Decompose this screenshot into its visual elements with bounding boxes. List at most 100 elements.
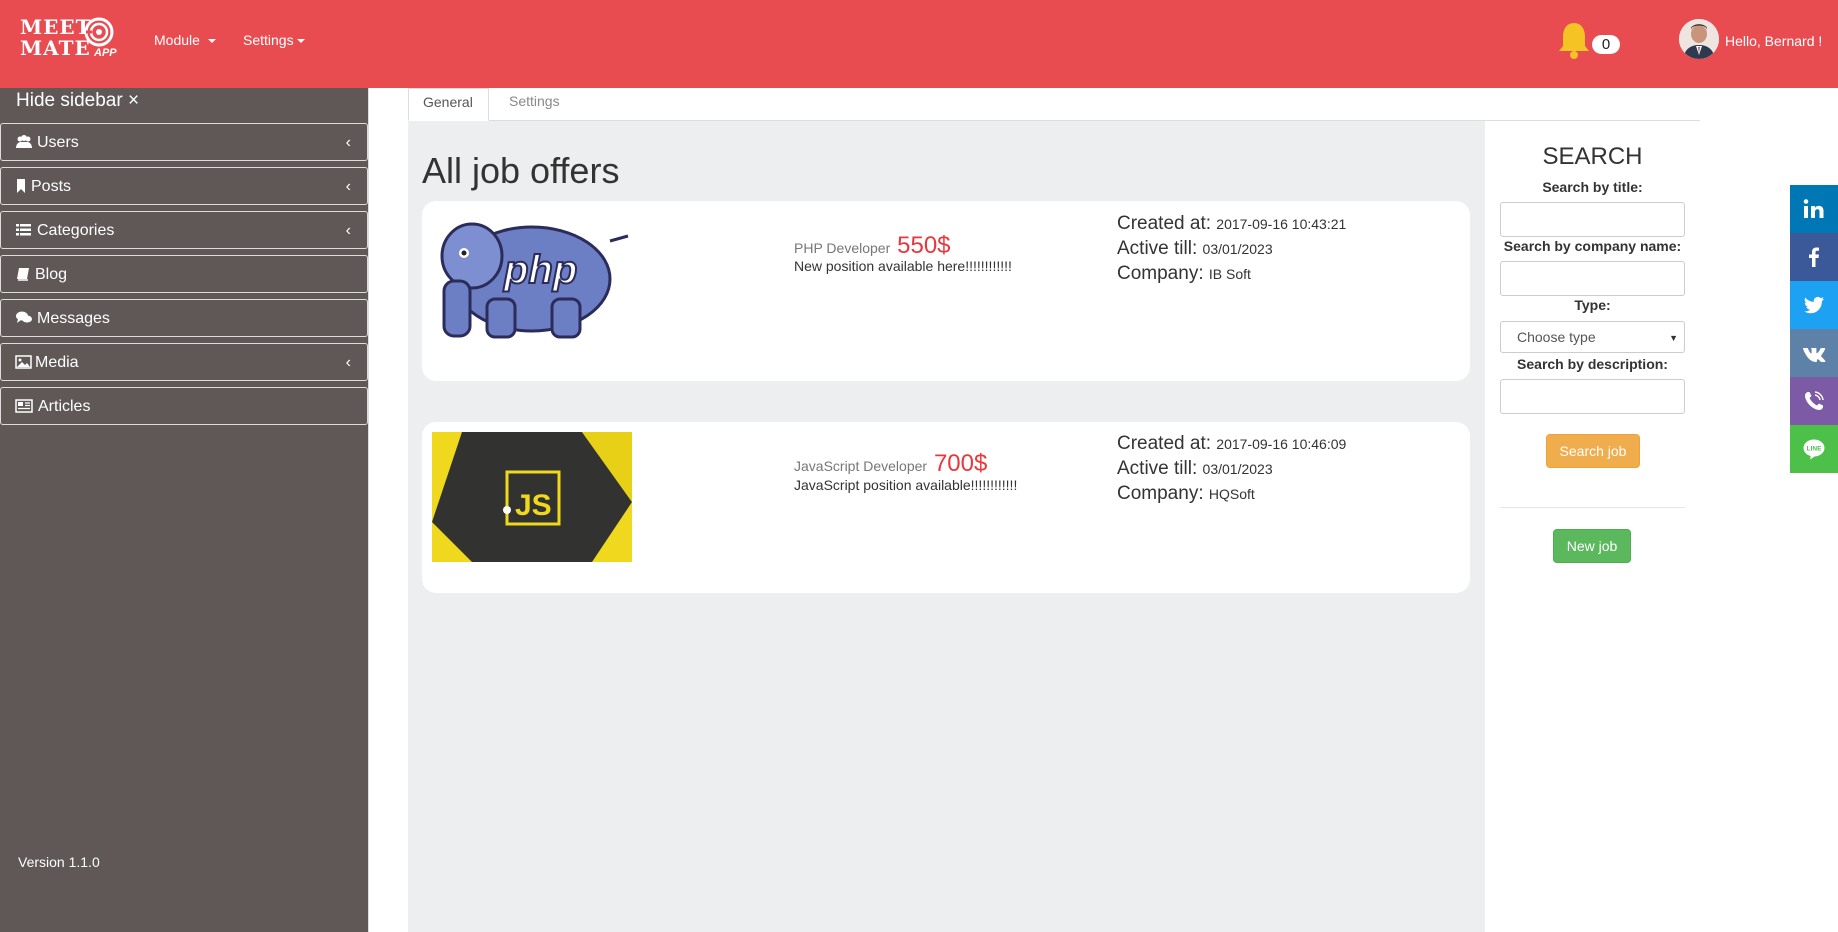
search-title-input[interactable] — [1500, 202, 1685, 237]
job-created-value: 2017-09-16 10:43:21 — [1216, 216, 1347, 232]
job-company-label: Company: — [1117, 263, 1204, 284]
users-icon — [16, 135, 32, 148]
sidebar-item-media[interactable]: Media ‹ — [0, 343, 368, 381]
comments-icon — [16, 311, 32, 323]
job-price: 700$ — [933, 450, 988, 477]
search-title-label: Search by title: — [1542, 179, 1643, 195]
svg-text:LINE: LINE — [1807, 446, 1822, 453]
job-company: Company: HQSoft — [1117, 483, 1255, 505]
sidebar-item-blog[interactable]: Blog — [0, 255, 368, 293]
svg-text:JS: JS — [515, 489, 552, 522]
search-company-label: Search by company name: — [1503, 238, 1682, 254]
job-company-value: IB Soft — [1208, 266, 1251, 282]
search-job-button[interactable]: Search job — [1546, 434, 1640, 468]
sidebar-item-categories[interactable]: Categories ‹ — [0, 211, 368, 249]
viber-share-button[interactable] — [1790, 377, 1838, 425]
notification-count-badge: 0 — [1592, 35, 1620, 54]
job-created: Created at: 2017-09-16 10:46:09 — [1117, 433, 1346, 455]
job-active-label: Active till: — [1117, 238, 1198, 259]
vk-share-button[interactable] — [1790, 329, 1838, 377]
nav-settings-dropdown[interactable]: Settings — [243, 32, 306, 48]
job-title-text: PHP Developer — [794, 240, 891, 256]
sidebar-item-label: Messages — [37, 310, 110, 327]
sidebar-item-label: Categories — [37, 222, 115, 239]
sidebar: Hide sidebar × Users ‹ Posts ‹ Categorie… — [0, 88, 368, 932]
job-price: 550$ — [897, 232, 951, 259]
job-card[interactable]: JS JavaScript Developer 700$ JavaScript … — [422, 422, 1470, 593]
app-logo[interactable]: MEET MATE APP — [20, 17, 130, 65]
facebook-icon — [1809, 247, 1819, 267]
list-icon — [16, 224, 31, 236]
dropdown-arrow-icon: ▼ — [1669, 333, 1678, 343]
image-icon — [15, 355, 32, 369]
search-title: SEARCH — [1542, 143, 1643, 170]
sidebar-item-messages[interactable]: Messages — [0, 299, 368, 337]
svg-text:php: php — [503, 248, 577, 292]
nav-module-label: Module — [154, 32, 200, 48]
vk-icon — [1803, 348, 1826, 362]
job-company-value: HQSoft — [1208, 486, 1255, 502]
new-job-button[interactable]: New job — [1553, 529, 1631, 563]
search-description-label: Search by description: — [1517, 356, 1668, 372]
job-description: JavaScript position available!!!!!!!!!!!… — [794, 477, 1018, 493]
linkedin-icon — [1803, 199, 1824, 218]
sidebar-item-label: Users — [37, 134, 79, 151]
job-active-label: Active till: — [1117, 458, 1198, 479]
job-title-text: JavaScript Developer — [794, 458, 928, 474]
job-created-label: Created at: — [1117, 213, 1211, 234]
search-panel: SEARCH Search by title: Search by compan… — [1485, 121, 1700, 932]
avatar-image — [1679, 19, 1719, 59]
tab-general[interactable]: General — [408, 88, 489, 121]
caret-down-icon — [297, 39, 306, 44]
bell-icon[interactable] — [1555, 20, 1593, 60]
content-gutter — [368, 88, 408, 932]
search-divider — [1500, 507, 1685, 508]
job-title: JavaScript Developer 700$ — [794, 450, 987, 478]
logo-swirl-icon — [84, 17, 114, 47]
top-navbar: MEET MATE APP Module Settings 0 Hello, B — [0, 0, 1838, 88]
sidebar-item-label: Blog — [35, 266, 68, 283]
job-description: New position available here!!!!!!!!!!!! — [794, 258, 1012, 274]
sidebar-item-label: Media — [35, 354, 79, 371]
php-elephant-logo: php — [440, 222, 629, 339]
job-card[interactable]: php PHP Developer 550$ New position avai… — [422, 201, 1470, 381]
hide-sidebar-button[interactable]: Hide sidebar × — [16, 90, 139, 112]
job-title: PHP Developer 550$ — [794, 232, 951, 260]
javascript-logo: JS — [432, 432, 632, 562]
job-company-label: Company: — [1117, 483, 1204, 504]
linkedin-share-button[interactable] — [1790, 185, 1838, 233]
job-active-value: 03/01/2023 — [1202, 241, 1273, 257]
job-company: Company: IB Soft — [1117, 263, 1251, 285]
type-select-value: Choose type — [1517, 329, 1596, 345]
line-share-button[interactable]: LINE — [1790, 425, 1838, 473]
caret-down-icon — [207, 39, 216, 44]
app-version: Version 1.1.0 — [18, 854, 100, 870]
sidebar-item-posts[interactable]: Posts ‹ — [0, 167, 368, 205]
type-select[interactable]: Choose type ▼ — [1500, 321, 1685, 353]
sidebar-item-users[interactable]: Users ‹ — [0, 123, 368, 161]
job-active-till: Active till: 03/01/2023 — [1117, 458, 1273, 480]
job-created-label: Created at: — [1117, 433, 1211, 454]
chevron-left-icon: ‹ — [345, 354, 351, 371]
line-icon: LINE — [1803, 439, 1825, 460]
search-description-input[interactable] — [1500, 379, 1685, 414]
twitter-icon — [1804, 296, 1824, 314]
search-type-label: Type: — [1574, 297, 1611, 313]
chevron-left-icon: ‹ — [345, 222, 351, 239]
nav-settings-label: Settings — [243, 32, 294, 48]
newspaper-icon — [15, 399, 33, 413]
facebook-share-button[interactable] — [1790, 233, 1838, 281]
sidebar-item-label: Articles — [38, 398, 91, 415]
job-active-value: 03/01/2023 — [1202, 461, 1273, 477]
job-active-till: Active till: 03/01/2023 — [1117, 238, 1273, 260]
search-company-input[interactable] — [1500, 261, 1685, 296]
user-greeting[interactable]: Hello, Bernard ! — [1725, 33, 1822, 49]
chevron-left-icon: ‹ — [345, 134, 351, 151]
nav-module-dropdown[interactable]: Module — [154, 32, 216, 48]
sidebar-item-articles[interactable]: Articles — [0, 387, 368, 425]
tab-settings[interactable]: Settings — [495, 88, 574, 121]
user-avatar[interactable] — [1679, 19, 1719, 59]
book-icon — [17, 268, 29, 281]
job-created: Created at: 2017-09-16 10:43:21 — [1117, 213, 1346, 235]
twitter-share-button[interactable] — [1790, 281, 1838, 329]
